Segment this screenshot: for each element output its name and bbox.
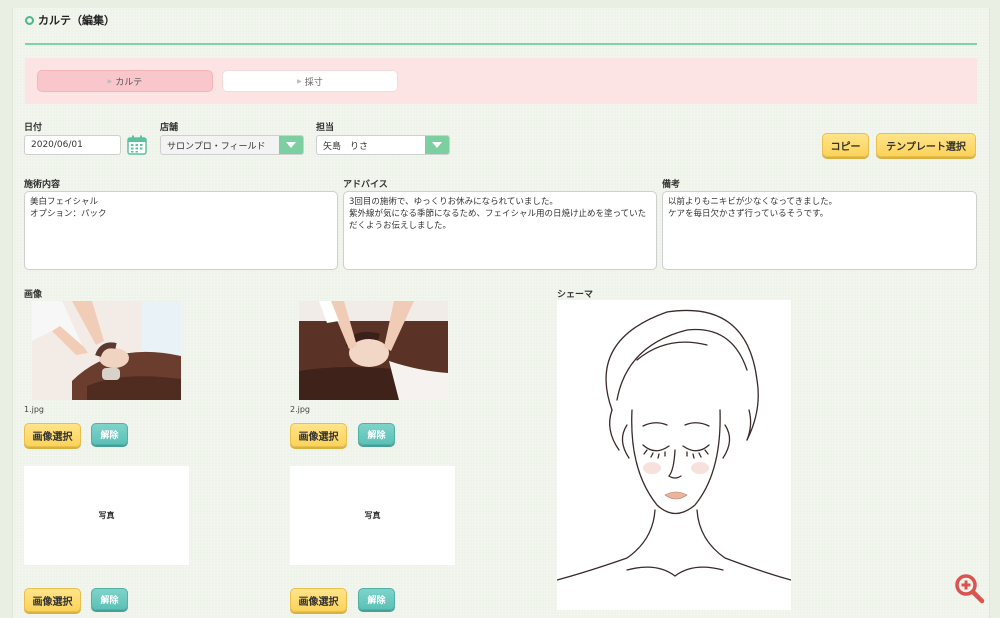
shop-select-value: サロンプロ・フィールド (167, 141, 266, 152)
chevron-down-icon[interactable] (425, 136, 449, 154)
images-label: 画像 (24, 290, 43, 300)
face-schema-illustration (557, 309, 791, 581)
facial-photo-2 (299, 301, 448, 400)
calendar-icon[interactable] (127, 135, 147, 155)
tab-karte-label: カルテ (115, 77, 143, 88)
tab-bar: ▶ カルテ ▶ 採寸 (25, 58, 977, 104)
date-label: 日付 (24, 123, 43, 133)
tab-karte[interactable]: ▶ カルテ (37, 70, 213, 92)
title-divider (25, 43, 977, 45)
image-filename: 2.jpg (290, 405, 311, 414)
date-input[interactable]: 2020/06/01 (24, 135, 121, 155)
chevron-down-icon[interactable] (279, 136, 303, 154)
image-filename: 1.jpg (24, 405, 45, 414)
image-clear-button[interactable]: 解除 (91, 423, 128, 445)
triangle-right-icon: ▶ (297, 77, 302, 85)
image-clear-button[interactable]: 解除 (91, 588, 128, 610)
photo-placeholder: 写真 (24, 466, 189, 565)
image-clear-button[interactable]: 解除 (358, 588, 395, 610)
photo-placeholder: 写真 (290, 466, 455, 565)
image-select-button[interactable]: 画像選択 (290, 588, 347, 612)
copy-button[interactable]: コピー (822, 133, 869, 157)
staff-select-value: 矢島 りさ (323, 141, 369, 152)
treatment-textarea[interactable]: 美白フェイシャル オプション：パック (24, 191, 338, 270)
treatment-label: 施術内容 (24, 180, 61, 190)
image-select-button[interactable]: 画像選択 (24, 588, 81, 612)
tab-measurement[interactable]: ▶ 採寸 (222, 70, 398, 92)
image-clear-button[interactable]: 解除 (358, 423, 395, 445)
schema-label: シェーマ (557, 290, 594, 300)
page-title: カルテ（編集） (25, 12, 115, 28)
staff-select[interactable]: 矢島 りさ (316, 135, 450, 155)
shop-select[interactable]: サロンプロ・フィールド (160, 135, 304, 155)
schema-canvas[interactable] (557, 300, 791, 610)
triangle-right-icon: ▶ (107, 77, 113, 85)
advice-label: アドバイス (343, 180, 388, 190)
image-select-button[interactable]: 画像選択 (24, 423, 81, 447)
tab-measurement-label: 採寸 (304, 77, 323, 88)
shop-label: 店舗 (160, 123, 179, 133)
template-select-button[interactable]: テンプレート選択 (876, 133, 976, 157)
image-select-button[interactable]: 画像選択 (290, 423, 347, 447)
remarks-textarea[interactable]: 以前よりもニキビが少なくなってきました。 ケアを毎日欠かさず行っているそうです。 (662, 191, 977, 270)
advice-textarea[interactable]: 3回目の施術で、ゆっくりお休みになられていました。 紫外線が気になる季節になるた… (343, 191, 657, 270)
facial-photo-1 (32, 301, 181, 400)
zoom-in-icon[interactable] (953, 572, 985, 604)
page-title-text: カルテ（編集） (38, 14, 115, 27)
circle-bullet-icon (25, 15, 34, 25)
remarks-label: 備考 (662, 180, 681, 190)
staff-label: 担当 (316, 123, 335, 133)
